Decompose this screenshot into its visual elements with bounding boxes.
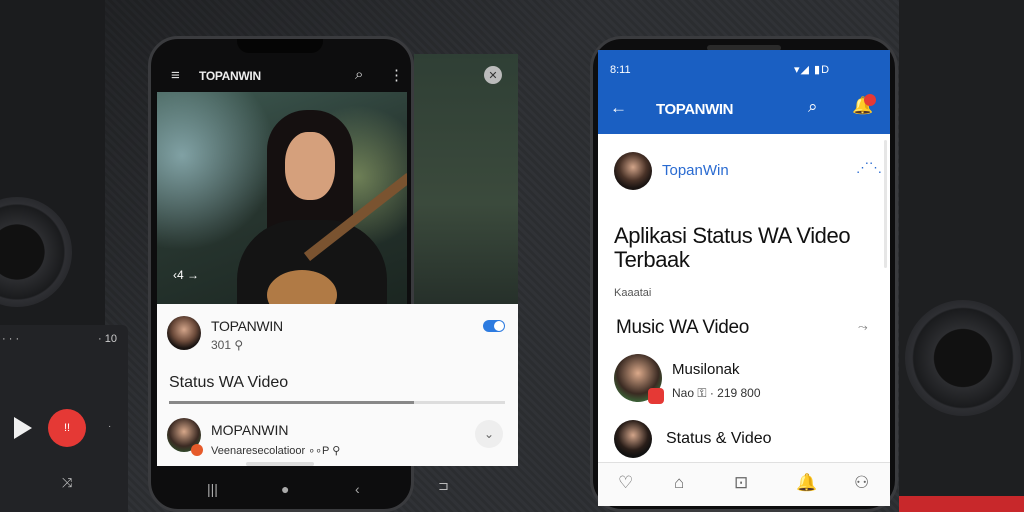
side-video-card[interactable]: ✕ bbox=[414, 54, 518, 304]
video-subject-face bbox=[285, 132, 335, 200]
status-time: 8:11 bbox=[610, 64, 631, 76]
app-title: TOPANWIN bbox=[199, 69, 261, 83]
avatar[interactable] bbox=[614, 152, 652, 190]
trend-icon[interactable]: ⤳ bbox=[858, 320, 868, 335]
progress-bar[interactable] bbox=[169, 401, 505, 404]
recents-icon[interactable]: ||| bbox=[207, 481, 218, 497]
list-item-subtitle: Veenaresecolatioor ∘∘P ⚲ bbox=[211, 445, 341, 457]
category-label: Kaaatai bbox=[614, 287, 652, 299]
mini-player-dots: · · · bbox=[2, 333, 20, 345]
notification-badge bbox=[864, 94, 876, 106]
nav-home-icon[interactable]: ⌂ bbox=[674, 473, 684, 493]
video-title: Status WA Video bbox=[169, 374, 289, 391]
avatar[interactable] bbox=[614, 420, 652, 458]
next-icon[interactable]: · bbox=[108, 421, 111, 432]
app-bar: ← TOPANWIN ⌕ 🔔 bbox=[598, 84, 890, 134]
list-item-title[interactable]: Status & Video bbox=[666, 430, 772, 448]
list-item-title[interactable]: Musilonak bbox=[672, 361, 740, 378]
cast-icon[interactable]: ⊐ bbox=[438, 478, 449, 494]
close-icon[interactable]: ✕ bbox=[484, 66, 502, 84]
search-icon[interactable]: ⌕ bbox=[355, 66, 363, 83]
nav-notifications-icon[interactable]: 🔔 bbox=[796, 473, 817, 493]
nav-profile-icon[interactable]: ⚇ bbox=[854, 473, 869, 493]
home-indicator[interactable] bbox=[246, 462, 314, 466]
right-speaker bbox=[905, 300, 1021, 416]
page-title: Aplikasi Status WA Video Terbaak bbox=[614, 223, 851, 272]
channel-subtitle: 301 ⚲ bbox=[211, 338, 244, 352]
mini-music-player: · · · · 10 !! · ⤨ bbox=[0, 325, 128, 512]
record-button[interactable]: !! bbox=[48, 409, 86, 447]
back-arrow-icon[interactable]: ← bbox=[610, 98, 627, 118]
nav-library-icon[interactable]: ⊡ bbox=[734, 473, 748, 493]
app-bar: ≡ TOPANWIN ⌕ ⋮ bbox=[157, 59, 407, 93]
search-icon[interactable]: ⌕ bbox=[808, 97, 818, 117]
subscribe-toggle[interactable] bbox=[483, 320, 505, 332]
list-item-subtitle: Nao ⚿ · 219 800 bbox=[672, 386, 761, 400]
list-item-name[interactable]: MOPANWIN bbox=[211, 422, 289, 438]
system-nav-bar: ||| ● ‹ bbox=[157, 475, 407, 505]
app-title: TOPANWIN bbox=[656, 101, 734, 118]
menu-icon[interactable]: ≡ bbox=[171, 67, 180, 84]
record-button-label: !! bbox=[63, 422, 71, 434]
more-icon[interactable]: ⋮ bbox=[389, 66, 404, 84]
video-info-sheet: TOPANWIN 301 ⚲ Status WA Video MOPANWIN … bbox=[157, 304, 518, 466]
section-heading: Music WA Video bbox=[616, 317, 750, 338]
red-accent-bar bbox=[899, 496, 1024, 512]
play-icon[interactable] bbox=[14, 417, 32, 439]
back-icon[interactable]: ‹ bbox=[355, 481, 360, 497]
status-bar: 8:11 ▾◢ ▮D bbox=[598, 50, 890, 84]
right-panel bbox=[899, 0, 1024, 512]
signal-battery-icon: ▾◢ ▮D bbox=[794, 64, 831, 76]
video-player[interactable]: ‹4 → ᐟᐟ bbox=[157, 92, 407, 304]
video-seek-controls[interactable]: ‹4 → bbox=[173, 268, 199, 282]
progress-fill bbox=[169, 401, 415, 404]
mini-player-time: · 10 bbox=[98, 333, 117, 345]
nav-like-icon[interactable]: ♡ bbox=[618, 473, 633, 493]
expand-icon[interactable]: ⋰⋱ bbox=[856, 160, 882, 176]
chevron-glyph: ⌄ bbox=[483, 427, 495, 441]
main-content: TopanWin ⋰⋱ Aplikasi Status WA Video Ter… bbox=[598, 134, 890, 462]
chevron-down-icon[interactable]: ⌄ bbox=[475, 420, 503, 448]
channel-link[interactable]: TopanWin bbox=[662, 162, 729, 179]
close-icon-glyph: ✕ bbox=[488, 69, 498, 82]
channel-name[interactable]: TOPANWIN bbox=[211, 318, 283, 334]
phone-notch bbox=[237, 39, 323, 53]
avatar[interactable] bbox=[167, 316, 201, 350]
bottom-navigation: ♡ ⌂ ⊡ 🔔 ⚇ bbox=[598, 462, 890, 506]
status-badge bbox=[191, 444, 203, 456]
status-badge bbox=[648, 388, 664, 404]
shuffle-icon[interactable]: ⤨ bbox=[62, 475, 72, 491]
home-icon[interactable]: ● bbox=[281, 481, 289, 497]
scrollbar[interactable] bbox=[884, 140, 887, 268]
